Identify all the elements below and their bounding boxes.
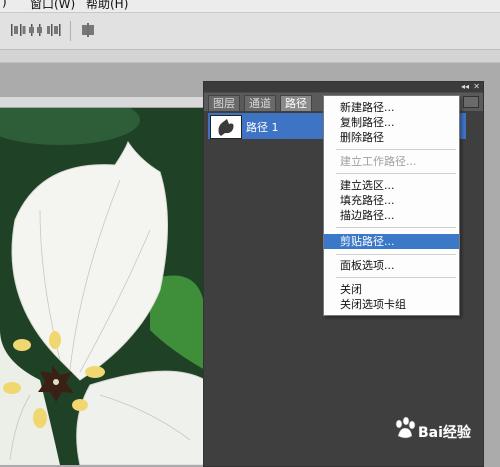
tab-channels[interactable]: 通道 (244, 95, 276, 112)
tab-paths[interactable]: 路径 (280, 95, 312, 112)
menu-clipping-path[interactable]: 剪贴路径... (324, 234, 459, 249)
menu-separator (336, 277, 456, 278)
menu-make-work-path: 建立工作路径... (324, 154, 459, 169)
menu-close-tab-group[interactable]: 关闭选项卡组 (324, 297, 459, 312)
panel-title-bar[interactable]: ◂◂ ✕ (204, 82, 483, 92)
menu-item-window[interactable]: 窗口(W) (30, 0, 75, 12)
menu-fill-path[interactable]: 填充路径... (324, 193, 459, 208)
options-bar (0, 13, 500, 50)
menu-stroke-path[interactable]: 描边路径... (324, 208, 459, 223)
watermark: Bai经验 (390, 410, 490, 450)
menu-close-tab-group-label: 关闭选项卡组 (340, 298, 406, 311)
menu-clipping-path-label: 剪贴路径... (340, 235, 395, 248)
menu-delete-path[interactable]: 删除路径 (324, 130, 459, 145)
menu-panel-options[interactable]: 面板选项... (324, 258, 459, 273)
menu-fill-path-label: 填充路径... (340, 194, 395, 207)
menu-panel-options-label: 面板选项... (340, 259, 395, 272)
close-icon[interactable]: ✕ (473, 82, 480, 92)
menu-item-help[interactable]: 帮助(H) (86, 0, 128, 12)
distribute-left-icon[interactable] (10, 22, 26, 38)
menu-duplicate-path[interactable]: 复制路径... (324, 115, 459, 130)
document-strip (0, 50, 500, 63)
menu-duplicate-path-label: 复制路径... (340, 116, 395, 129)
menu-close-label: 关闭 (340, 283, 362, 296)
menu-close[interactable]: 关闭 (324, 282, 459, 297)
menu-make-work-path-label: 建立工作路径... (340, 155, 417, 168)
menu-make-selection[interactable]: 建立选区... (324, 178, 459, 193)
document-tab-bar (0, 97, 205, 108)
menu-new-path[interactable]: 新建路径... (324, 100, 459, 115)
auto-align-icon[interactable] (80, 22, 96, 38)
menu-bar: ) 窗口(W) 帮助(H) (0, 0, 500, 13)
document-canvas[interactable] (0, 108, 205, 465)
menu-make-selection-label: 建立选区... (340, 179, 395, 192)
path-item-label: 路径 1 (246, 121, 279, 134)
panel-menu-button[interactable] (463, 96, 479, 108)
watermark-text: Bai经验 (418, 425, 471, 441)
menu-stroke-path-label: 描边路径... (340, 209, 395, 222)
options-separator (70, 21, 71, 41)
menu-separator (336, 254, 456, 255)
paw-icon (395, 416, 416, 439)
menu-separator (336, 149, 456, 150)
distribute-right-icon[interactable] (46, 22, 62, 38)
menu-separator (336, 227, 456, 228)
menu-new-path-label: 新建路径... (340, 101, 395, 114)
menu-item-partial[interactable]: ) (2, 0, 7, 9)
panel-context-menu: 新建路径... 复制路径... 删除路径 建立工作路径... 建立选区... 填… (323, 95, 460, 316)
collapse-icon[interactable]: ◂◂ (461, 82, 469, 92)
distribute-center-icon[interactable] (28, 22, 44, 38)
menu-delete-path-label: 删除路径 (340, 131, 384, 144)
menu-separator (336, 173, 456, 174)
tab-layers[interactable]: 图层 (208, 95, 240, 112)
path-thumbnail-icon (210, 115, 242, 139)
